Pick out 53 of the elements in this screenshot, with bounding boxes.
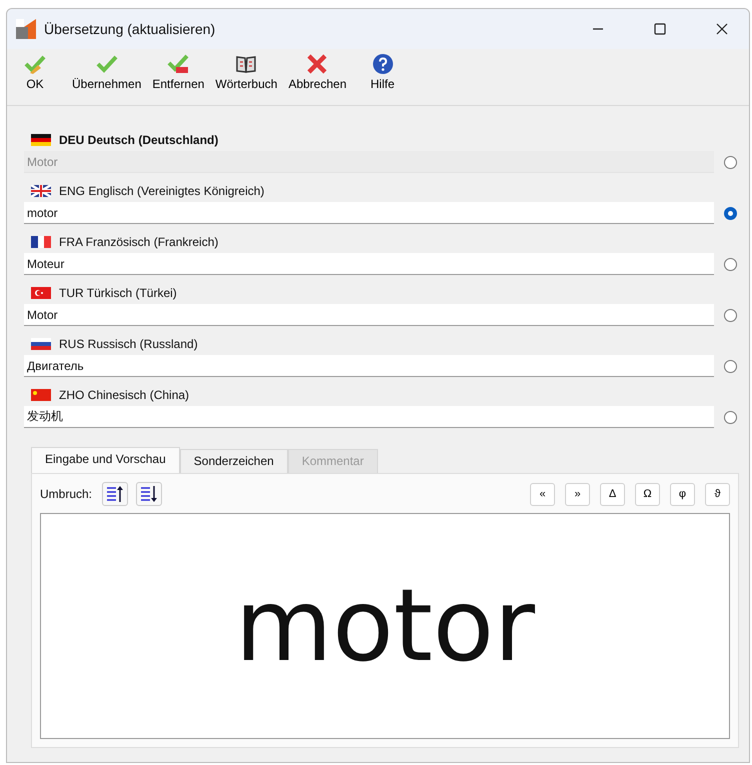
radio-button[interactable] (724, 308, 737, 322)
language-label: RUS Russisch (Russland) (59, 337, 198, 351)
flag-icon (31, 134, 51, 146)
character-button[interactable]: φ (670, 482, 695, 506)
character-button[interactable]: » (565, 482, 590, 506)
remove-button[interactable]: Entfernen (148, 53, 208, 91)
language-label: DEU Deutsch (Deutschland) (59, 133, 218, 147)
flag-icon (31, 287, 51, 299)
cancel-button[interactable]: Abbrechen (284, 53, 350, 91)
cross-icon (306, 53, 328, 75)
ok-button[interactable]: OK (15, 53, 55, 91)
flag-icon (31, 185, 51, 197)
preview-text: motor (234, 576, 536, 676)
window-title: Übersetzung (aktualisieren) (44, 21, 216, 37)
wrap-down-button[interactable] (136, 482, 162, 506)
language-label: ZHO Chinesisch (China) (59, 388, 190, 402)
tab[interactable]: Eingabe und Vorschau (31, 447, 180, 473)
translation-field[interactable]: Двигатель (24, 355, 714, 377)
radio-button[interactable] (724, 258, 737, 270)
character-button[interactable]: Δ (600, 482, 625, 506)
check-pencil-icon (24, 53, 46, 75)
language-label: ENG Englisch (Vereinigtes Königreich) (59, 184, 264, 198)
translation-field[interactable]: motor (24, 202, 714, 224)
radio-button[interactable] (724, 410, 737, 424)
translation-field[interactable]: Moteur (24, 253, 714, 275)
help-icon (372, 53, 394, 75)
check-minus-icon (167, 53, 190, 75)
radio-button[interactable] (724, 206, 737, 220)
lines-up-arrow-icon (106, 485, 124, 503)
language-label: TUR Türkisch (Türkei) (59, 286, 177, 300)
radio-button[interactable] (724, 156, 737, 168)
check-icon (96, 53, 118, 75)
maximize-icon[interactable] (654, 23, 666, 35)
book-icon (235, 53, 258, 75)
wrap-label: Umbruch: (40, 487, 92, 501)
character-button[interactable]: Ω (635, 482, 660, 506)
dictionary-button[interactable]: Wörterbuch (211, 53, 282, 91)
radio-button[interactable] (724, 360, 737, 372)
character-button[interactable]: ϑ (705, 482, 730, 506)
language-label: FRA Französisch (Frankreich) (59, 235, 218, 249)
tab[interactable]: Sonderzeichen (180, 449, 288, 473)
flag-icon (31, 236, 51, 248)
character-button[interactable]: « (530, 482, 555, 506)
flag-icon (31, 338, 51, 350)
close-icon[interactable] (716, 23, 728, 35)
translation-field[interactable]: Motor (24, 304, 714, 326)
flag-icon (31, 389, 51, 401)
wrap-up-button[interactable] (102, 482, 128, 506)
help-button[interactable]: Hilfe (354, 53, 412, 91)
lines-down-arrow-icon (140, 485, 158, 503)
app-logo-icon (16, 19, 36, 39)
translation-field[interactable]: 发动机 (24, 406, 714, 428)
apply-button[interactable]: Übernehmen (68, 53, 146, 91)
